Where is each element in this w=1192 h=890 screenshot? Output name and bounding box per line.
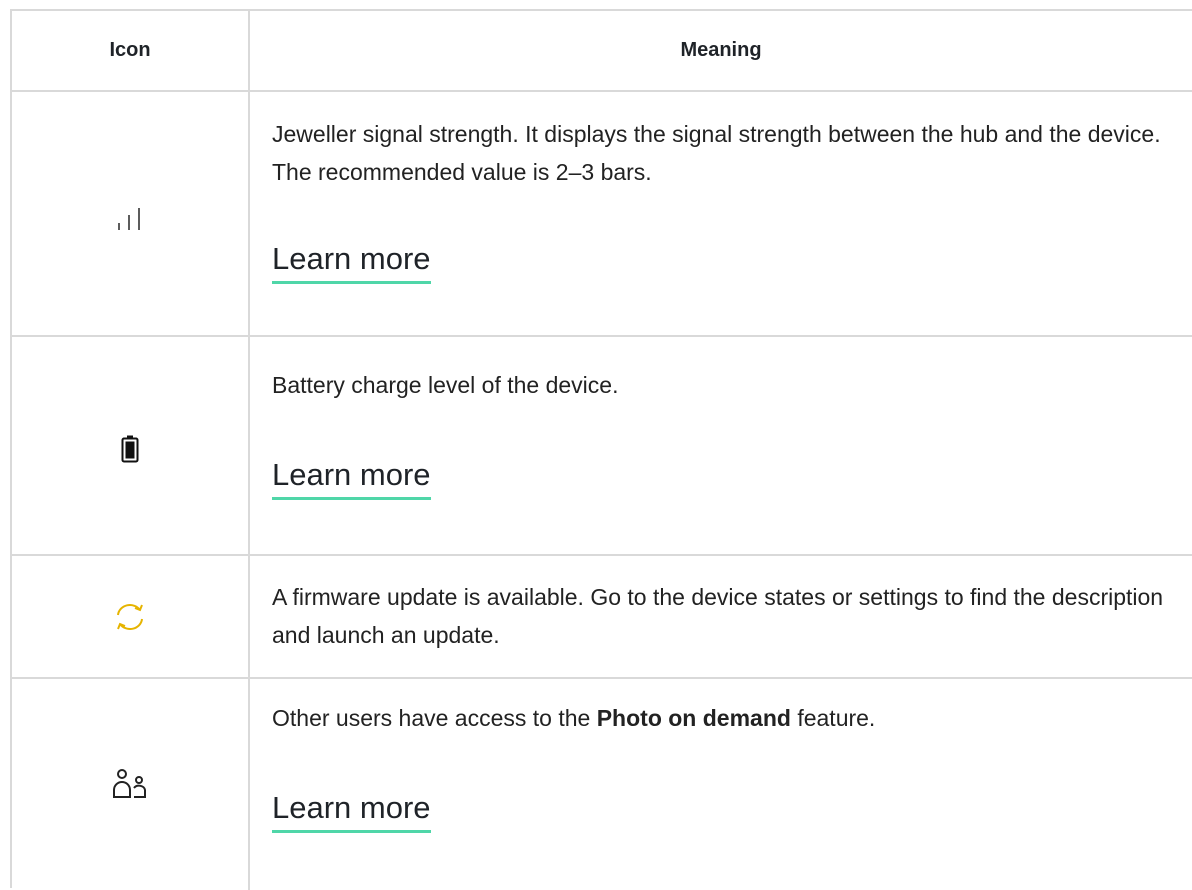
row-description: Jeweller signal strength. It displays th… [272,121,1161,185]
icon-cell [12,92,248,335]
row-description: Other users have access to the Photo on … [272,699,1172,737]
photo-on-demand-label: Photo on demand [596,705,791,731]
shared-users-icon [113,768,146,798]
meaning-cell: Battery charge level of the device. Lear… [272,337,1172,554]
table-row: A firmware update is available. Go to th… [12,556,1192,679]
header-icon-cell: Icon [12,11,248,90]
header-meaning-label: Meaning [680,39,762,61]
learn-more-link[interactable]: Learn more [272,457,431,500]
firmware-update-icon [117,603,143,630]
column-divider [248,679,250,890]
battery-icon [121,435,139,462]
column-divider [248,92,250,335]
meaning-cell: Other users have access to the Photo on … [272,679,1172,890]
column-divider [248,337,250,554]
meaning-cell: A firmware update is available. Go to th… [272,556,1172,677]
row-description-prefix: Other users have access to the [272,705,597,731]
icon-cell [12,337,248,554]
table-row: Other users have access to the Photo on … [12,679,1192,890]
column-divider [248,556,250,677]
icon-cell [12,556,248,677]
meaning-cell: Jeweller signal strength. It displays th… [272,92,1172,335]
row-description: A firmware update is available. Go to th… [272,584,1164,648]
icons-table: Icon Meaning Jeweller signal strength. I… [10,9,1192,890]
signal-strength-icon [118,207,140,230]
learn-more-link[interactable]: Learn more [272,790,431,833]
header-icon-label: Icon [109,39,151,61]
header-meaning-cell: Meaning [250,11,1192,90]
learn-more-link[interactable]: Learn more [272,241,431,284]
table-row: Jeweller signal strength. It displays th… [12,92,1192,337]
table-row: Battery charge level of the device. Lear… [12,337,1192,556]
row-description-suffix: feature. [790,705,876,731]
row-description: Battery charge level of the device. [272,372,619,398]
icon-cell [12,679,248,890]
table-header-row: Icon Meaning [12,11,1192,92]
